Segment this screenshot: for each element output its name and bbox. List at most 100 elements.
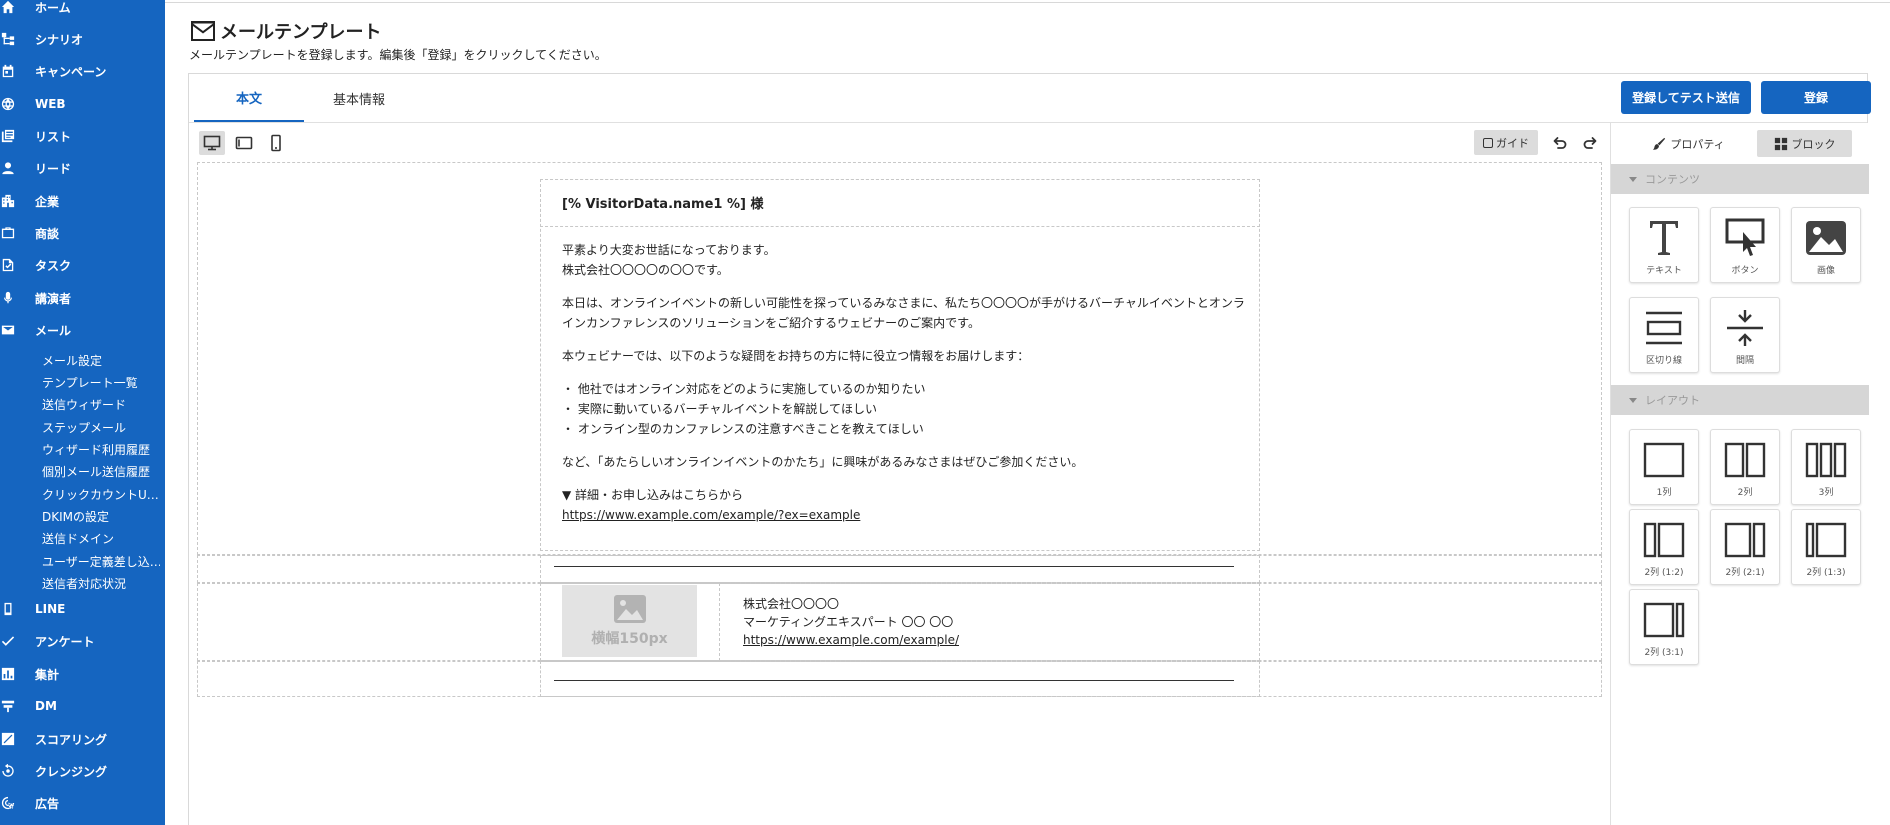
divider-row[interactable] [197,555,1602,583]
text-line[interactable]: など、「あたらしいオンラインイベントのかたち」に興味があるみなさまはぜひご参加く… [562,452,1083,472]
sidebar-item-scenario[interactable]: シナリオ [0,27,165,51]
text-line[interactable]: 株式会社〇〇〇〇の〇〇です。 [562,260,729,280]
divider-column[interactable] [540,555,1260,583]
sidebar-item-cleansing[interactable]: クレンジング [0,759,165,783]
tab-block[interactable]: ブロック [1757,130,1852,157]
image-placeholder[interactable]: 横幅150px [562,585,697,657]
desktop-view-button[interactable] [199,131,225,155]
sidebar-item-ads[interactable]: 広告 [0,791,165,815]
block-button-tile[interactable]: ボタン [1710,207,1780,283]
image-icon [613,595,646,623]
sidebar-item-aggregate[interactable]: 集計 [0,662,165,686]
sidebar-item-line[interactable]: LINE [0,597,165,621]
signature-title[interactable]: マーケティングエキスパート 〇〇 〇〇 [743,612,953,632]
register-button[interactable]: 登録 [1761,81,1871,114]
sidebar-item-web[interactable]: WEB [0,92,165,116]
sidebar-sub-user-defined[interactable]: ユーザー定義差し込… [42,551,160,571]
signature-url[interactable]: https://www.example.com/example/ [743,630,959,650]
blocks-icon [1774,137,1787,150]
sidebar-item-home[interactable]: ホーム [0,0,165,19]
globe-icon [0,96,16,112]
layout-1col-tile[interactable]: 1列 [1629,429,1699,505]
mail-icon [191,21,215,41]
tab-basic-info[interactable]: 基本情報 [304,74,414,122]
sidebar-item-label: 広告 [35,796,60,811]
divider-line [554,680,1234,681]
tablet-icon [235,136,253,150]
block-text-tile[interactable]: テキスト [1629,207,1699,283]
sidebar-item-dm[interactable]: DM [0,694,165,718]
layout-3col-tile[interactable]: 3列 [1791,429,1861,505]
sidebar-sub-send-domain[interactable]: 送信ドメイン [42,528,160,548]
image-placeholder-text: 横幅150px [591,631,668,647]
block-spacer-tile[interactable]: 間隔 [1710,297,1780,373]
sidebar-item-speaker[interactable]: 講演者 [0,286,165,310]
block-divider-tile[interactable]: 区切り線 [1629,297,1699,373]
sidebar-item-label: リード [35,161,72,176]
sidebar-sub-mail-settings[interactable]: メール設定 [42,350,160,370]
sidebar-sub-step-mail[interactable]: ステップメール [42,417,160,437]
divider-row-bottom[interactable] [197,661,1602,697]
sidebar: ホーム シナリオ キャンペーン WEB リスト リード 企業 商談 タスク 講演… [0,0,165,825]
sidebar-sub-send-wizard[interactable]: 送信ウィザード [42,394,160,414]
register-and-test-send-button[interactable]: 登録してテスト送信 [1621,81,1751,114]
ads-icon [0,795,16,811]
sidebar-item-survey[interactable]: アンケート [0,629,165,653]
tab-property-label: プロパティ [1670,137,1725,151]
sidebar-sub-template-list[interactable]: テンプレート一覧 [42,372,160,392]
sidebar-sub-wizard-history[interactable]: ウィザード利用履歴 [42,439,160,459]
guide-toggle[interactable]: ガイド [1474,130,1538,155]
text-line[interactable]: 平素より大変お世話になっております。 [562,240,776,260]
link-label[interactable]: ▼ 詳細・お申し込みはこちらから [562,485,743,505]
layout-2col-3-1-tile[interactable]: 2列 (3:1) [1629,589,1699,665]
section-layout-header[interactable]: レイアウト [1611,385,1869,415]
layout-2col-1-3-tile[interactable]: 2列 (1:3) [1791,509,1861,585]
editor-tabs: 本文 基本情報 [189,74,414,122]
sidebar-item-campaign[interactable]: キャンペーン [0,59,165,83]
layout-2col-1-2-tile[interactable]: 2列 (1:2) [1629,509,1699,585]
tab-body[interactable]: 本文 [194,74,304,122]
text-line[interactable]: インカンファレンスのソリューションをご紹介するウェビナーのご案内です。 [562,313,980,333]
layout-2col-2-1-tile[interactable]: 2列 (2:1) [1710,509,1780,585]
sidebar-item-company[interactable]: 企業 [0,189,165,213]
detail-link[interactable]: https://www.example.com/example/?ex=exam… [562,505,860,525]
sidebar-sub-click-count[interactable]: クリックカウントU… [42,484,160,504]
sidebar-item-label: アンケート [35,634,95,649]
mobile-view-button[interactable] [263,131,289,155]
sidebar-sub-individual-history[interactable]: 個別メール送信履歴 [42,461,160,481]
sidebar-sub-dkim[interactable]: DKIMの設定 [42,506,160,526]
sidebar-item-lead[interactable]: リード [0,156,165,180]
divider-column-bottom[interactable] [540,661,1260,697]
layout-2col-tile[interactable]: 2列 [1710,429,1780,505]
sidebar-item-label: リスト [35,129,72,144]
layout-1col-icon [1643,438,1685,482]
task-icon [0,257,16,273]
signature-company[interactable]: 株式会社〇〇〇〇 [743,594,839,614]
sidebar-item-list[interactable]: リスト [0,124,165,148]
sidebar-item-task[interactable]: タスク [0,253,165,277]
bullet-item[interactable]: ・ 実際に動いているバーチャルイベントを解説してほしい [562,399,877,419]
detail-link-url[interactable]: https://www.example.com/example/?ex=exam… [562,508,860,522]
block-label: 2列 (1:3) [1806,568,1846,578]
undo-button[interactable] [1548,131,1572,155]
spacer-block-icon [1725,306,1765,350]
bullet-item[interactable]: ・ 他社ではオンライン対応をどのように実施しているのか知りたい [562,379,925,399]
text-line[interactable]: 本日は、オンラインイベントの新しい可能性を探っているみなさまに、私たち〇〇〇〇が… [562,293,1245,313]
tab-property[interactable]: プロパティ [1641,130,1736,157]
bullet-item[interactable]: ・ オンライン型のカンファレンスの注意すべきことを教えてほしい [562,419,924,439]
sidebar-item-label: クレンジング [35,764,108,779]
block-image-tile[interactable]: 画像 [1791,207,1861,283]
greeting-text[interactable]: [% VisitorData.name1 %] 様 [562,195,763,215]
section-contents-header[interactable]: コンテンツ [1611,164,1869,194]
layout-2col-icon [1724,438,1766,482]
sidebar-item-deal[interactable]: 商談 [0,221,165,245]
tablet-view-button[interactable] [231,131,257,155]
signature-link[interactable]: https://www.example.com/example/ [743,633,959,647]
sidebar-sub-sender-status[interactable]: 送信者対応状況 [42,573,160,593]
redo-button[interactable] [1578,131,1602,155]
sidebar-item-mail[interactable]: メール [0,318,165,342]
text-line[interactable]: 本ウェビナーでは、以下のような疑問をお持ちの方に特に役立つ情報をお届けします： [562,346,1029,366]
sidebar-item-scoring[interactable]: スコアリング [0,727,165,751]
signpost-icon [0,698,16,714]
calendar-icon [0,63,16,79]
